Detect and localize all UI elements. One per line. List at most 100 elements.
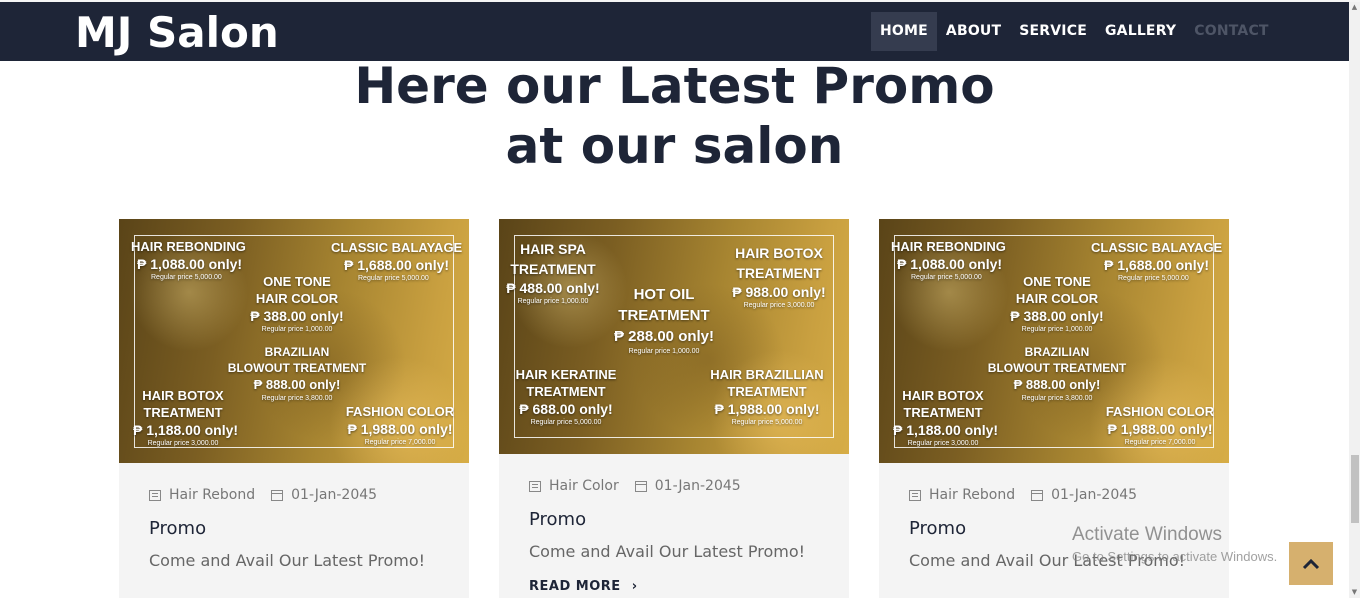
poster-item-spa: HAIR SPA TREATMENT ₱ 488.00 only! Regula…: [503, 239, 603, 306]
card-date: 01-Jan-2045: [291, 487, 378, 503]
promo-card-2: HAIR SPA TREATMENT ₱ 488.00 only! Regula…: [499, 219, 849, 598]
card-title[interactable]: Promo: [149, 518, 206, 539]
poster-text: BRAZILIAN: [1024, 345, 1090, 359]
poster-price: ₱ 1,088.00 only!: [137, 256, 243, 272]
poster-price: ₱ 888.00 only!: [1013, 377, 1101, 392]
poster-text: CLASSIC BALAYAGE: [331, 240, 463, 255]
chevron-up-icon: [1302, 558, 1320, 569]
promo-poster-image[interactable]: HAIR REBONDING ₱ 1,088.00 only! Regular …: [119, 219, 469, 463]
poster-item-keratine: HAIR KERATINE TREATMENT ₱ 688.00 only! R…: [515, 366, 617, 427]
nav-contact[interactable]: CONTACT: [1185, 12, 1277, 51]
section-heading: Here our Latest Promo at our salon: [0, 56, 1349, 176]
poster-item-botox: HAIR BOTOX TREATMENT ₱ 1,188.00 only! Re…: [133, 387, 239, 448]
poster-text: HAIR KERATINE: [515, 367, 617, 382]
nav-home[interactable]: HOME: [871, 12, 937, 51]
poster-regular: Regular price 7,000.00: [364, 439, 436, 446]
card-category[interactable]: Hair Color: [549, 478, 619, 494]
card-category[interactable]: Hair Rebond: [929, 487, 1015, 503]
brand-logo[interactable]: MJ Salon: [75, 8, 279, 57]
poster-item-brazillian: HAIR BRAZILLIAN TREATMENT ₱ 1,988.00 onl…: [707, 366, 827, 427]
poster-text: CLASSIC BALAYAGE: [1091, 240, 1223, 255]
poster-price: ₱ 388.00 only!: [250, 308, 344, 324]
calendar-icon: [1031, 489, 1044, 501]
poster-regular: Regular price 5,000.00: [358, 275, 429, 282]
poster-item-botox: HAIR BOTOX TREATMENT ₱ 988.00 only! Regu…: [727, 243, 831, 310]
poster-regular: Regular price 1,000.00: [261, 326, 333, 333]
card-title[interactable]: Promo: [909, 518, 966, 539]
poster-price: ₱ 1,188.00 only!: [893, 422, 999, 438]
card-description: Come and Avail Our Latest Promo!: [149, 551, 426, 570]
poster-text: BLOWOUT TREATMENT: [227, 361, 367, 375]
poster-price: ₱ 488.00 only!: [506, 280, 600, 296]
card-category[interactable]: Hair Rebond: [169, 487, 255, 503]
poster-regular: Regular price 3,000.00: [907, 440, 979, 447]
poster-text: FASHION COLOR: [1105, 404, 1215, 419]
poster-price: ₱ 988.00 only!: [732, 284, 826, 300]
poster-text: TREATMENT: [143, 405, 223, 420]
poster-text: BRAZILIAN: [264, 345, 330, 359]
activate-windows-title: Activate Windows: [1072, 524, 1222, 545]
poster-regular: Regular price 3,000.00: [147, 440, 219, 447]
poster-text: TREATMENT: [736, 265, 822, 281]
poster-regular: Regular price 5,000.00: [151, 274, 222, 281]
poster-text: FASHION COLOR: [345, 404, 455, 419]
scroll-down-arrow-icon[interactable]: ▼: [1350, 588, 1359, 597]
poster-item-balayage: CLASSIC BALAYAGE ₱ 1,688.00 only! Regula…: [331, 239, 462, 283]
poster-price: ₱ 288.00 only!: [613, 328, 715, 345]
poster-regular: Regular price 3,800.00: [1021, 395, 1093, 402]
poster-price: ₱ 1,088.00 only!: [897, 256, 1003, 272]
poster-regular: Regular price 5,000.00: [1118, 275, 1189, 282]
scroll-up-arrow-icon[interactable]: ▲: [1350, 3, 1359, 12]
poster-text: TREATMENT: [618, 307, 710, 324]
nav-gallery[interactable]: GALLERY: [1096, 12, 1185, 51]
poster-item-rebonding: HAIR REBONDING ₱ 1,088.00 only! Regular …: [131, 238, 246, 282]
promo-poster-image[interactable]: HAIR SPA TREATMENT ₱ 488.00 only! Regula…: [499, 219, 849, 454]
list-icon: [909, 489, 921, 501]
chevron-right-icon: ›: [631, 579, 638, 594]
poster-text: HAIR BOTOX: [902, 388, 984, 403]
poster-text: HOT OIL: [633, 286, 695, 303]
read-more-link[interactable]: READ MORE ›: [529, 579, 638, 594]
poster-text: BLOWOUT TREATMENT: [987, 361, 1127, 375]
poster-text: HAIR BRAZILLIAN: [710, 367, 824, 382]
calendar-icon: [634, 480, 647, 492]
poster-item-botox: HAIR BOTOX TREATMENT ₱ 1,188.00 only! Re…: [893, 387, 999, 448]
poster-text: TREATMENT: [727, 384, 807, 399]
heading-line-1: Here our Latest Promo: [354, 57, 995, 115]
poster-regular: Regular price 1,000.00: [1021, 326, 1093, 333]
poster-regular: Regular price 1,000.00: [517, 298, 589, 305]
nav-service[interactable]: SERVICE: [1010, 12, 1096, 51]
poster-text: HAIR COLOR: [255, 291, 339, 306]
poster-price: ₱ 388.00 only!: [1010, 308, 1104, 324]
nav-about[interactable]: ABOUT: [937, 12, 1010, 51]
poster-item-fashion: FASHION COLOR ₱ 1,988.00 only! Regular p…: [344, 403, 456, 447]
list-icon: [149, 489, 161, 501]
poster-price: ₱ 1,188.00 only!: [133, 422, 239, 438]
poster-price: ₱ 1,988.00 only!: [714, 401, 820, 417]
card-meta: Hair Rebond 01-Jan-2045: [149, 487, 377, 503]
poster-price: ₱ 1,988.00 only!: [347, 421, 453, 437]
card-date: 01-Jan-2045: [1051, 487, 1138, 503]
poster-item-balayage: CLASSIC BALAYAGE ₱ 1,688.00 only! Regula…: [1091, 239, 1222, 283]
poster-text: HAIR BOTOX: [735, 245, 823, 261]
poster-regular: Regular price 3,800.00: [261, 395, 333, 402]
poster-regular: Regular price 5,000.00: [530, 419, 602, 426]
promo-poster-image[interactable]: HAIR REBONDING ₱ 1,088.00 only! Regular …: [879, 219, 1229, 463]
card-title[interactable]: Promo: [529, 509, 586, 530]
poster-item-onetone: ONE TONE HAIR COLOR ₱ 388.00 only! Regul…: [1009, 273, 1105, 334]
poster-text: ONE TONE: [1023, 274, 1091, 289]
scrollbar-thumb[interactable]: [1351, 455, 1359, 523]
activate-windows-subtitle: Go to Settings to activate Windows.: [1072, 549, 1278, 564]
back-to-top-button[interactable]: [1289, 542, 1333, 585]
heading-line-2: at our salon: [505, 117, 844, 175]
poster-regular: Regular price 5,000.00: [911, 274, 982, 281]
poster-text: HAIR COLOR: [1015, 291, 1099, 306]
read-more-label: READ MORE: [529, 579, 621, 594]
card-date: 01-Jan-2045: [654, 478, 741, 494]
poster-item-fashion: FASHION COLOR ₱ 1,988.00 only! Regular p…: [1104, 403, 1216, 447]
poster-price: ₱ 888.00 only!: [253, 377, 341, 392]
poster-regular: Regular price 3,000.00: [743, 302, 815, 309]
poster-text: ONE TONE: [263, 274, 331, 289]
poster-item-brazilian: BRAZILIAN BLOWOUT TREATMENT ₱ 888.00 onl…: [987, 344, 1127, 403]
card-meta: Hair Color 01-Jan-2045: [529, 478, 741, 494]
